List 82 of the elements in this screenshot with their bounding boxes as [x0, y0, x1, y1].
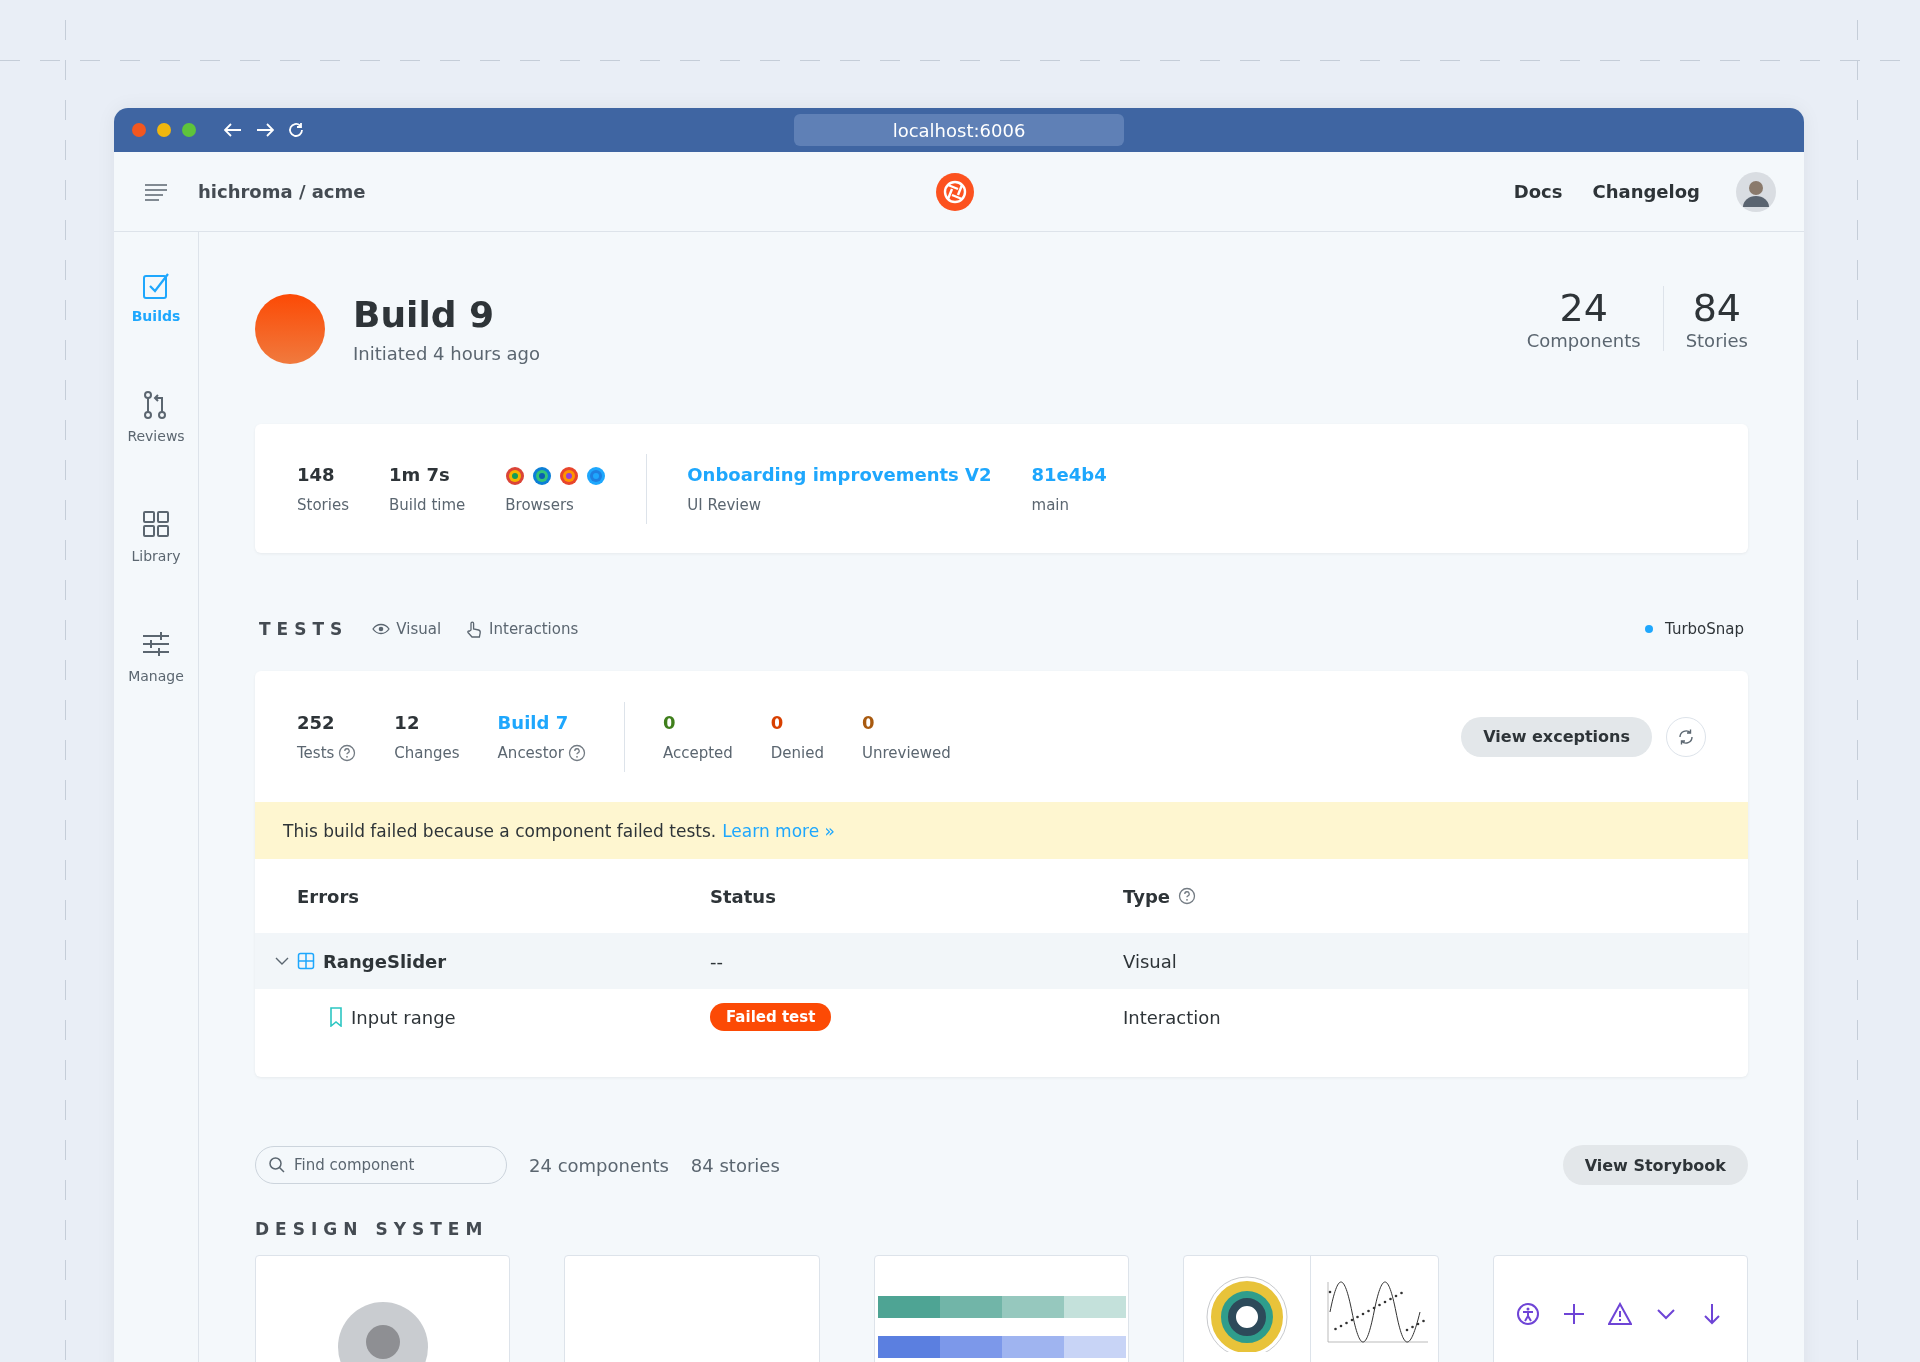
section-title: TESTS [259, 619, 349, 639]
forward-arrow-icon[interactable] [256, 123, 274, 137]
sidebar-item[interactable]: Manage [116, 630, 196, 714]
column-header: Type [1123, 885, 1170, 907]
stat-label: Tests [297, 743, 335, 762]
component-card[interactable] [1183, 1255, 1439, 1362]
stat-label: Accepted [662, 743, 733, 762]
browser-logo-icon [505, 465, 526, 486]
menu-icon[interactable] [144, 182, 168, 201]
type-text: Interaction [1123, 1006, 1221, 1028]
stat-value: 12 [394, 711, 421, 735]
component-icon [297, 952, 315, 970]
status-text: -- [710, 950, 723, 972]
browser-logo-icon [532, 465, 553, 486]
plus-icon [1562, 1302, 1587, 1326]
refresh-icon [1677, 727, 1695, 746]
help-icon[interactable] [338, 743, 357, 762]
search-icon [269, 1157, 285, 1173]
accessibility-icon [1516, 1302, 1541, 1326]
count-label: Stories [1685, 330, 1748, 351]
banner-text: This build failed because a component failed tests. [283, 820, 717, 841]
row-name: RangeSlider [323, 950, 447, 972]
breadcrumb[interactable]: hichroma / acme [198, 181, 366, 202]
stat-label: Stories [297, 495, 349, 514]
address-bar[interactable]: localhost:6006 [794, 114, 1124, 146]
stat-label: Ancestor [497, 743, 564, 762]
status-dot-icon [1645, 625, 1653, 633]
review-count: 0 [662, 711, 677, 735]
view-storybook-button[interactable]: View Storybook [1562, 1145, 1748, 1185]
table-row[interactable]: RangeSlider -- Visual [255, 933, 1748, 989]
count-value: 24 [1558, 286, 1609, 330]
hand-pointer-icon [465, 620, 484, 638]
grid-icon [142, 510, 170, 540]
stat-value: 252 [297, 711, 336, 735]
window-control-icon[interactable] [182, 123, 196, 137]
type-text: Visual [1123, 950, 1177, 972]
count-text: 84 stories [690, 1154, 780, 1176]
help-icon[interactable] [567, 743, 586, 762]
stat-label: main [1031, 495, 1069, 514]
logo-icon[interactable] [936, 173, 974, 211]
count-value: 84 [1691, 286, 1742, 330]
stat-value: 148 [297, 463, 336, 487]
column-header: Status [710, 885, 776, 907]
avatar-icon [337, 1302, 428, 1362]
stat-label: Browsers [505, 495, 574, 514]
sidebar-item[interactable]: Library [116, 510, 196, 594]
warning-icon [1608, 1302, 1633, 1326]
column-header: Errors [297, 885, 359, 907]
search-field[interactable]: Find component [255, 1146, 507, 1184]
review-count: 0 [862, 711, 876, 735]
window-control-icon[interactable] [157, 123, 171, 137]
nav-link[interactable]: Changelog [1592, 181, 1700, 202]
stat-label: Build time [388, 495, 466, 514]
section-title: DESIGN SYSTEM [255, 1219, 490, 1239]
review-count: 0 [770, 711, 785, 735]
stat-label: Denied [770, 743, 824, 762]
stat-label: Unreviewed [862, 743, 951, 762]
row-name: Input range [351, 1006, 456, 1028]
bookmark-icon [329, 1007, 343, 1027]
status-circle-icon [255, 294, 325, 364]
stat-value: 1m 7s [388, 463, 451, 487]
stat-label: UI Review [687, 495, 761, 514]
stat-label: Changes [394, 743, 460, 762]
sidebar-item[interactable]: Reviews [116, 390, 196, 474]
browser-logo-icon [586, 465, 607, 486]
count-text: 24 components [529, 1154, 669, 1176]
count-label: Components [1526, 330, 1641, 351]
status-badge: Failed test [710, 1003, 832, 1031]
help-icon[interactable] [1177, 887, 1196, 905]
chevron-icon[interactable] [275, 956, 289, 966]
build-title: Build 9 [353, 294, 496, 335]
view-exceptions-button[interactable]: View exceptions [1461, 716, 1652, 757]
nav-link[interactable]: Docs [1513, 181, 1563, 202]
filter-tab[interactable]: Interactions [465, 620, 579, 638]
avatar-icon[interactable] [1736, 171, 1776, 212]
turbosnap-label[interactable]: TurboSnap [1645, 620, 1744, 638]
browser-logo-icon [559, 465, 580, 486]
refresh-button[interactable] [1666, 716, 1706, 757]
build-subtitle: Initiated 4 hours ago [353, 343, 541, 364]
filter-tab[interactable]: Visual [372, 620, 442, 638]
reload-icon[interactable] [288, 122, 304, 138]
back-arrow-icon[interactable] [224, 123, 242, 137]
